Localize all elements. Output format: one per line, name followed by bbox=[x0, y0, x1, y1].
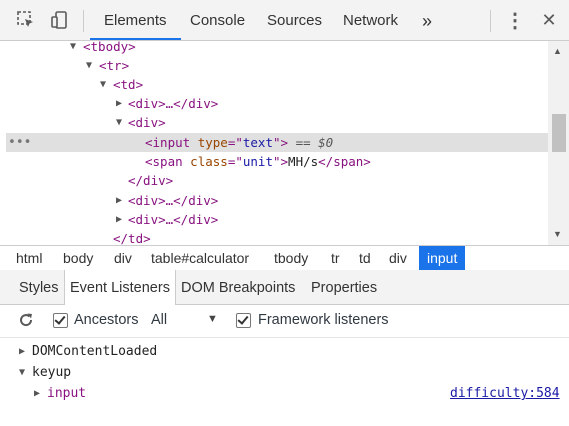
attr-value: text bbox=[242, 135, 273, 150]
event-listeners-list: ▶ DOMContentLoaded ▼ keyup ▶ input diffi… bbox=[0, 338, 569, 426]
framework-listeners-label: Framework listeners bbox=[258, 312, 389, 328]
tag-bracket: "> bbox=[272, 135, 289, 150]
dom-tree: ▼ <tbody> ▼ <tr> ▼ <td> ▶ <div>…</div> ▼… bbox=[6, 41, 548, 245]
tree-row[interactable]: ▼ <div> bbox=[6, 113, 548, 132]
collapsed-triangle-icon[interactable]: ▶ bbox=[116, 210, 122, 229]
collapsed-triangle-icon[interactable]: ▶ bbox=[34, 384, 40, 404]
scroll-down-icon[interactable]: ▼ bbox=[553, 229, 562, 239]
ancestors-label: Ancestors bbox=[74, 312, 139, 328]
tree-node-div-close: </div> bbox=[128, 173, 174, 188]
dropdown-arrow-icon[interactable]: ▼ bbox=[207, 313, 218, 325]
crumb-div[interactable]: div bbox=[381, 246, 415, 270]
tab-dom-breakpoints[interactable]: DOM Breakpoints bbox=[176, 270, 300, 304]
tree-node-tr: <tr> bbox=[99, 58, 130, 73]
tree-node-div: <div> bbox=[128, 115, 166, 130]
tree-row[interactable]: <span class="unit">MH/s</span> bbox=[6, 152, 548, 171]
tab-event-listeners[interactable]: Event Listeners bbox=[64, 270, 176, 305]
tag-bracket: < bbox=[145, 135, 153, 150]
tree-node-div: <div>…</div> bbox=[128, 212, 219, 227]
listener-event-name: DOMContentLoaded bbox=[32, 344, 158, 359]
crumb-html[interactable]: html bbox=[8, 246, 50, 270]
tab-properties[interactable]: Properties bbox=[306, 270, 382, 304]
tree-row[interactable]: ▶ <div>…</div> bbox=[6, 210, 548, 229]
sidebar-tabs: Styles Event Listeners DOM Breakpoints P… bbox=[0, 270, 569, 305]
collapsed-triangle-icon[interactable]: ▶ bbox=[116, 191, 122, 210]
tab-network[interactable]: Network bbox=[329, 0, 412, 40]
tag-bracket: > bbox=[280, 154, 289, 169]
tag-name: input bbox=[152, 135, 191, 150]
tree-row[interactable]: ▶ <div>…</div> bbox=[6, 94, 548, 113]
tree-node-div: <div>…</div> bbox=[128, 96, 219, 111]
tab-elements[interactable]: Elements bbox=[90, 0, 181, 40]
crumb-input[interactable]: input bbox=[419, 246, 466, 270]
attr-name: type bbox=[197, 135, 228, 150]
text-node: MH/s bbox=[288, 154, 319, 169]
crumb-body[interactable]: body bbox=[55, 246, 101, 270]
tree-node-input: <input type="text"> == $0 bbox=[145, 133, 333, 152]
collapsed-triangle-icon[interactable]: ▶ bbox=[116, 94, 122, 113]
tree-node-span: <span class="unit">MH/s</span> bbox=[145, 154, 371, 169]
listener-event-name: keyup bbox=[32, 365, 72, 380]
selected-marker: == $0 bbox=[295, 135, 334, 150]
source-link[interactable]: difficulty:584 bbox=[450, 384, 560, 404]
inspect-element-icon[interactable] bbox=[14, 8, 38, 32]
tree-row[interactable]: ▼ <tr> bbox=[6, 56, 548, 75]
crumb-table[interactable]: table#calculator bbox=[143, 246, 257, 270]
crumb-tbody[interactable]: tbody bbox=[266, 246, 316, 270]
scroll-thumb[interactable] bbox=[552, 114, 566, 152]
tree-row[interactable]: ▼ <tbody> bbox=[6, 41, 548, 56]
tree-node-tbody: <tbody> bbox=[83, 41, 136, 54]
expand-triangle-icon[interactable]: ▼ bbox=[19, 363, 25, 383]
tree-row-selected[interactable]: ••• <input type="text"> == $0 bbox=[6, 133, 548, 152]
attr-eq: =" bbox=[227, 135, 243, 150]
expand-triangle-icon[interactable]: ▼ bbox=[70, 41, 76, 56]
device-toolbar-icon[interactable] bbox=[48, 8, 72, 32]
tree-node-td: <td> bbox=[113, 77, 144, 92]
tree-row[interactable]: ▼ <td> bbox=[6, 75, 548, 94]
framework-listeners-checkbox[interactable] bbox=[236, 313, 251, 328]
listener-target: input bbox=[47, 386, 87, 401]
more-tabs-icon[interactable]: » bbox=[408, 0, 446, 40]
tag-open: <span bbox=[145, 154, 183, 169]
collapsed-triangle-icon[interactable]: ▶ bbox=[19, 342, 25, 362]
crumb-td[interactable]: td bbox=[351, 246, 379, 270]
expand-triangle-icon[interactable]: ▼ bbox=[100, 75, 106, 94]
crumb-div[interactable]: div bbox=[106, 246, 140, 270]
attr-name: class bbox=[190, 154, 228, 169]
tab-sources[interactable]: Sources bbox=[253, 0, 336, 40]
more-options-dots[interactable]: ••• bbox=[8, 133, 31, 152]
tree-row[interactable]: </td> bbox=[6, 229, 548, 245]
listener-row[interactable]: ▶ DOMContentLoaded bbox=[0, 342, 569, 362]
tree-node-td-close: </td> bbox=[113, 231, 151, 245]
toolbar-separator bbox=[490, 10, 491, 32]
listener-child-row[interactable]: ▶ input difficulty:584 bbox=[0, 384, 569, 404]
listeners-filter-bar: Ancestors All ▼ Framework listeners bbox=[0, 305, 569, 338]
breadcrumb: html body div table#calculator tbody tr … bbox=[0, 245, 569, 271]
expand-triangle-icon[interactable]: ▼ bbox=[86, 56, 92, 75]
tab-console[interactable]: Console bbox=[176, 0, 259, 40]
scope-select[interactable]: All bbox=[151, 312, 167, 328]
tab-styles[interactable]: Styles bbox=[14, 270, 64, 304]
tag-close: </span> bbox=[318, 154, 371, 169]
menu-dots-icon[interactable]: ⋮ bbox=[503, 8, 527, 32]
toolbar-separator bbox=[83, 10, 84, 32]
close-icon[interactable]: ✕ bbox=[537, 8, 561, 32]
ancestors-checkbox[interactable] bbox=[53, 313, 68, 328]
devtools-toolbar: Elements Console Sources Network » ⋮ ✕ bbox=[0, 0, 569, 41]
attr-value: unit bbox=[242, 154, 273, 169]
crumb-tr[interactable]: tr bbox=[323, 246, 348, 270]
scroll-up-icon[interactable]: ▲ bbox=[553, 46, 562, 56]
expand-triangle-icon[interactable]: ▼ bbox=[116, 113, 122, 132]
tree-node-div: <div>…</div> bbox=[128, 193, 219, 208]
tree-row[interactable]: </div> bbox=[6, 171, 548, 190]
tree-row[interactable]: ▶ <div>…</div> bbox=[6, 191, 548, 210]
listener-row[interactable]: ▼ keyup bbox=[0, 363, 569, 383]
refresh-icon[interactable] bbox=[17, 311, 35, 333]
